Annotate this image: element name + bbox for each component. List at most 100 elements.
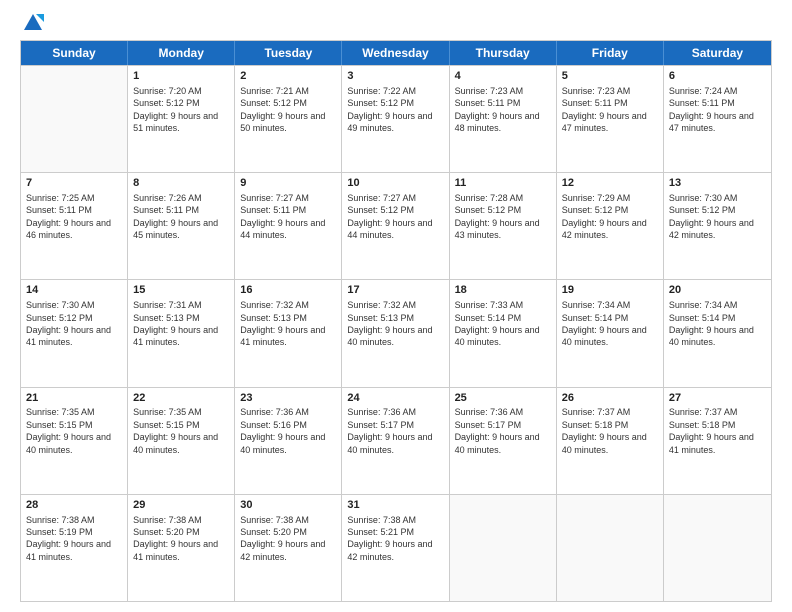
cell-info: Sunrise: 7:34 AM Sunset: 5:14 PM Dayligh… bbox=[669, 299, 766, 349]
day-number: 10 bbox=[347, 176, 443, 191]
cell-info: Sunrise: 7:21 AM Sunset: 5:12 PM Dayligh… bbox=[240, 85, 336, 135]
table-row: 29Sunrise: 7:38 AM Sunset: 5:20 PM Dayli… bbox=[128, 495, 235, 601]
calendar-week-3: 14Sunrise: 7:30 AM Sunset: 5:12 PM Dayli… bbox=[21, 279, 771, 386]
day-number: 18 bbox=[455, 283, 551, 298]
cell-info: Sunrise: 7:38 AM Sunset: 5:19 PM Dayligh… bbox=[26, 514, 122, 564]
cell-info: Sunrise: 7:36 AM Sunset: 5:17 PM Dayligh… bbox=[347, 406, 443, 456]
page: SundayMondayTuesdayWednesdayThursdayFrid… bbox=[0, 0, 792, 612]
day-number: 9 bbox=[240, 176, 336, 191]
table-row: 12Sunrise: 7:29 AM Sunset: 5:12 PM Dayli… bbox=[557, 173, 664, 279]
table-row bbox=[557, 495, 664, 601]
day-number: 29 bbox=[133, 498, 229, 513]
table-row: 6Sunrise: 7:24 AM Sunset: 5:11 PM Daylig… bbox=[664, 66, 771, 172]
cell-info: Sunrise: 7:20 AM Sunset: 5:12 PM Dayligh… bbox=[133, 85, 229, 135]
table-row: 20Sunrise: 7:34 AM Sunset: 5:14 PM Dayli… bbox=[664, 280, 771, 386]
table-row bbox=[450, 495, 557, 601]
cell-info: Sunrise: 7:34 AM Sunset: 5:14 PM Dayligh… bbox=[562, 299, 658, 349]
table-row: 27Sunrise: 7:37 AM Sunset: 5:18 PM Dayli… bbox=[664, 388, 771, 494]
day-number: 22 bbox=[133, 391, 229, 406]
table-row: 26Sunrise: 7:37 AM Sunset: 5:18 PM Dayli… bbox=[557, 388, 664, 494]
day-number: 20 bbox=[669, 283, 766, 298]
day-number: 5 bbox=[562, 69, 658, 84]
day-number: 31 bbox=[347, 498, 443, 513]
table-row: 24Sunrise: 7:36 AM Sunset: 5:17 PM Dayli… bbox=[342, 388, 449, 494]
cell-info: Sunrise: 7:31 AM Sunset: 5:13 PM Dayligh… bbox=[133, 299, 229, 349]
day-number: 24 bbox=[347, 391, 443, 406]
day-number: 12 bbox=[562, 176, 658, 191]
cell-info: Sunrise: 7:28 AM Sunset: 5:12 PM Dayligh… bbox=[455, 192, 551, 242]
logo bbox=[20, 16, 44, 34]
cell-info: Sunrise: 7:35 AM Sunset: 5:15 PM Dayligh… bbox=[26, 406, 122, 456]
day-number: 19 bbox=[562, 283, 658, 298]
day-number: 15 bbox=[133, 283, 229, 298]
day-number: 8 bbox=[133, 176, 229, 191]
calendar-week-1: 1Sunrise: 7:20 AM Sunset: 5:12 PM Daylig… bbox=[21, 65, 771, 172]
cell-info: Sunrise: 7:27 AM Sunset: 5:12 PM Dayligh… bbox=[347, 192, 443, 242]
table-row: 7Sunrise: 7:25 AM Sunset: 5:11 PM Daylig… bbox=[21, 173, 128, 279]
table-row: 23Sunrise: 7:36 AM Sunset: 5:16 PM Dayli… bbox=[235, 388, 342, 494]
day-number: 27 bbox=[669, 391, 766, 406]
cell-info: Sunrise: 7:30 AM Sunset: 5:12 PM Dayligh… bbox=[669, 192, 766, 242]
table-row bbox=[664, 495, 771, 601]
day-number: 21 bbox=[26, 391, 122, 406]
table-row: 1Sunrise: 7:20 AM Sunset: 5:12 PM Daylig… bbox=[128, 66, 235, 172]
table-row: 31Sunrise: 7:38 AM Sunset: 5:21 PM Dayli… bbox=[342, 495, 449, 601]
cell-info: Sunrise: 7:25 AM Sunset: 5:11 PM Dayligh… bbox=[26, 192, 122, 242]
cell-info: Sunrise: 7:38 AM Sunset: 5:21 PM Dayligh… bbox=[347, 514, 443, 564]
header bbox=[20, 16, 772, 34]
cell-info: Sunrise: 7:26 AM Sunset: 5:11 PM Dayligh… bbox=[133, 192, 229, 242]
table-row: 9Sunrise: 7:27 AM Sunset: 5:11 PM Daylig… bbox=[235, 173, 342, 279]
day-number: 4 bbox=[455, 69, 551, 84]
cell-info: Sunrise: 7:32 AM Sunset: 5:13 PM Dayligh… bbox=[347, 299, 443, 349]
table-row: 3Sunrise: 7:22 AM Sunset: 5:12 PM Daylig… bbox=[342, 66, 449, 172]
day-number: 25 bbox=[455, 391, 551, 406]
table-row: 17Sunrise: 7:32 AM Sunset: 5:13 PM Dayli… bbox=[342, 280, 449, 386]
table-row bbox=[21, 66, 128, 172]
day-number: 7 bbox=[26, 176, 122, 191]
table-row: 15Sunrise: 7:31 AM Sunset: 5:13 PM Dayli… bbox=[128, 280, 235, 386]
table-row: 28Sunrise: 7:38 AM Sunset: 5:19 PM Dayli… bbox=[21, 495, 128, 601]
table-row: 21Sunrise: 7:35 AM Sunset: 5:15 PM Dayli… bbox=[21, 388, 128, 494]
calendar-week-5: 28Sunrise: 7:38 AM Sunset: 5:19 PM Dayli… bbox=[21, 494, 771, 601]
table-row: 11Sunrise: 7:28 AM Sunset: 5:12 PM Dayli… bbox=[450, 173, 557, 279]
calendar-week-4: 21Sunrise: 7:35 AM Sunset: 5:15 PM Dayli… bbox=[21, 387, 771, 494]
cell-info: Sunrise: 7:35 AM Sunset: 5:15 PM Dayligh… bbox=[133, 406, 229, 456]
day-number: 14 bbox=[26, 283, 122, 298]
header-day-sunday: Sunday bbox=[21, 41, 128, 65]
table-row: 14Sunrise: 7:30 AM Sunset: 5:12 PM Dayli… bbox=[21, 280, 128, 386]
cell-info: Sunrise: 7:23 AM Sunset: 5:11 PM Dayligh… bbox=[562, 85, 658, 135]
table-row: 16Sunrise: 7:32 AM Sunset: 5:13 PM Dayli… bbox=[235, 280, 342, 386]
table-row: 2Sunrise: 7:21 AM Sunset: 5:12 PM Daylig… bbox=[235, 66, 342, 172]
cell-info: Sunrise: 7:37 AM Sunset: 5:18 PM Dayligh… bbox=[562, 406, 658, 456]
table-row: 22Sunrise: 7:35 AM Sunset: 5:15 PM Dayli… bbox=[128, 388, 235, 494]
table-row: 10Sunrise: 7:27 AM Sunset: 5:12 PM Dayli… bbox=[342, 173, 449, 279]
day-number: 30 bbox=[240, 498, 336, 513]
table-row: 13Sunrise: 7:30 AM Sunset: 5:12 PM Dayli… bbox=[664, 173, 771, 279]
cell-info: Sunrise: 7:36 AM Sunset: 5:17 PM Dayligh… bbox=[455, 406, 551, 456]
table-row: 5Sunrise: 7:23 AM Sunset: 5:11 PM Daylig… bbox=[557, 66, 664, 172]
header-day-saturday: Saturday bbox=[664, 41, 771, 65]
cell-info: Sunrise: 7:29 AM Sunset: 5:12 PM Dayligh… bbox=[562, 192, 658, 242]
calendar-header: SundayMondayTuesdayWednesdayThursdayFrid… bbox=[21, 41, 771, 65]
day-number: 11 bbox=[455, 176, 551, 191]
day-number: 28 bbox=[26, 498, 122, 513]
day-number: 23 bbox=[240, 391, 336, 406]
logo-icon bbox=[22, 12, 44, 34]
day-number: 3 bbox=[347, 69, 443, 84]
table-row: 8Sunrise: 7:26 AM Sunset: 5:11 PM Daylig… bbox=[128, 173, 235, 279]
cell-info: Sunrise: 7:32 AM Sunset: 5:13 PM Dayligh… bbox=[240, 299, 336, 349]
cell-info: Sunrise: 7:38 AM Sunset: 5:20 PM Dayligh… bbox=[240, 514, 336, 564]
day-number: 17 bbox=[347, 283, 443, 298]
header-day-wednesday: Wednesday bbox=[342, 41, 449, 65]
cell-info: Sunrise: 7:22 AM Sunset: 5:12 PM Dayligh… bbox=[347, 85, 443, 135]
table-row: 25Sunrise: 7:36 AM Sunset: 5:17 PM Dayli… bbox=[450, 388, 557, 494]
calendar: SundayMondayTuesdayWednesdayThursdayFrid… bbox=[20, 40, 772, 602]
cell-info: Sunrise: 7:36 AM Sunset: 5:16 PM Dayligh… bbox=[240, 406, 336, 456]
day-number: 26 bbox=[562, 391, 658, 406]
header-day-monday: Monday bbox=[128, 41, 235, 65]
header-day-tuesday: Tuesday bbox=[235, 41, 342, 65]
cell-info: Sunrise: 7:24 AM Sunset: 5:11 PM Dayligh… bbox=[669, 85, 766, 135]
day-number: 6 bbox=[669, 69, 766, 84]
table-row: 4Sunrise: 7:23 AM Sunset: 5:11 PM Daylig… bbox=[450, 66, 557, 172]
cell-info: Sunrise: 7:23 AM Sunset: 5:11 PM Dayligh… bbox=[455, 85, 551, 135]
